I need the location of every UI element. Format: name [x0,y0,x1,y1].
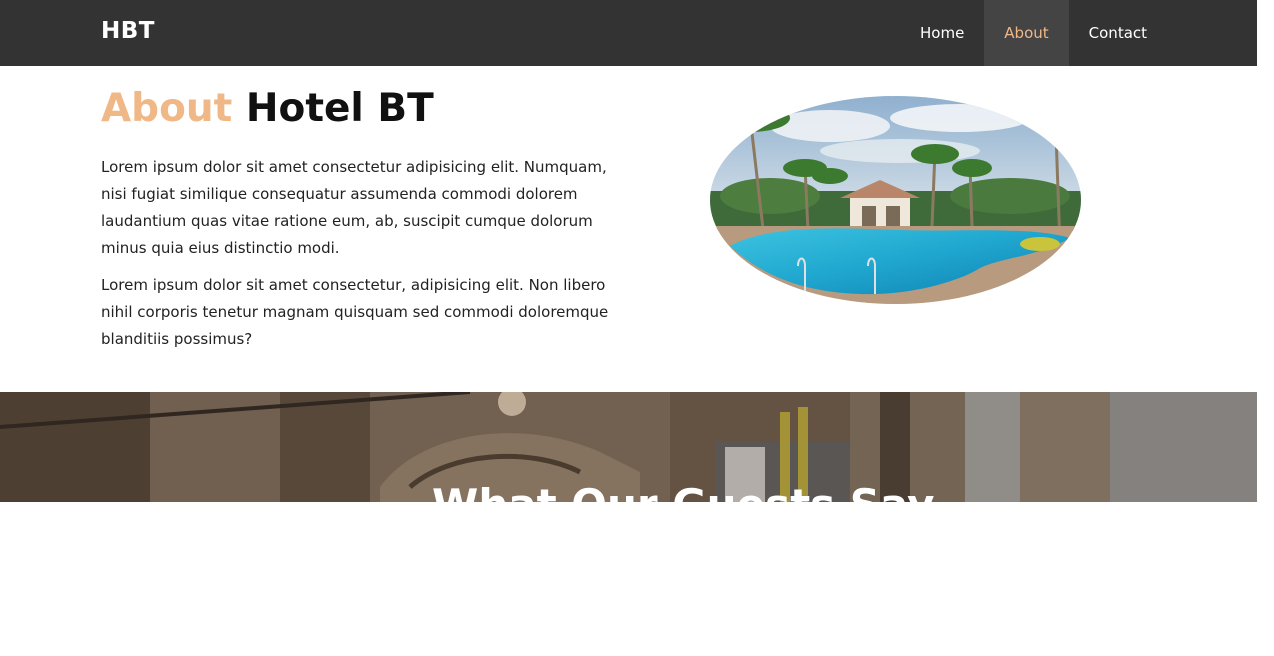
nav-link-contact[interactable]: Contact [1069,0,1167,66]
about-heading-accent: About [101,86,233,131]
navbar: HBT Home About Contact [0,0,1257,66]
nav-link-home[interactable]: Home [900,0,984,66]
hotel-pool-image [710,96,1081,304]
about-heading: About Hotel BT [101,86,434,131]
about-paragraph-2: Lorem ipsum dolor sit amet consectetur, … [101,276,609,348]
nav-links: Home About Contact [900,0,1167,66]
testimonials-title: What Our Guests Say [432,480,934,502]
brand-logo[interactable]: HBT [101,18,155,44]
about-paragraph-1: Lorem ipsum dolor sit amet consectetur a… [101,158,607,257]
testimonials-banner: What Our Guests Say [0,392,1257,502]
page: HBT Home About Contact About Hotel BT Lo… [0,0,1257,656]
about-heading-rest: Hotel BT [245,86,434,131]
nav-link-about[interactable]: About [984,0,1069,66]
